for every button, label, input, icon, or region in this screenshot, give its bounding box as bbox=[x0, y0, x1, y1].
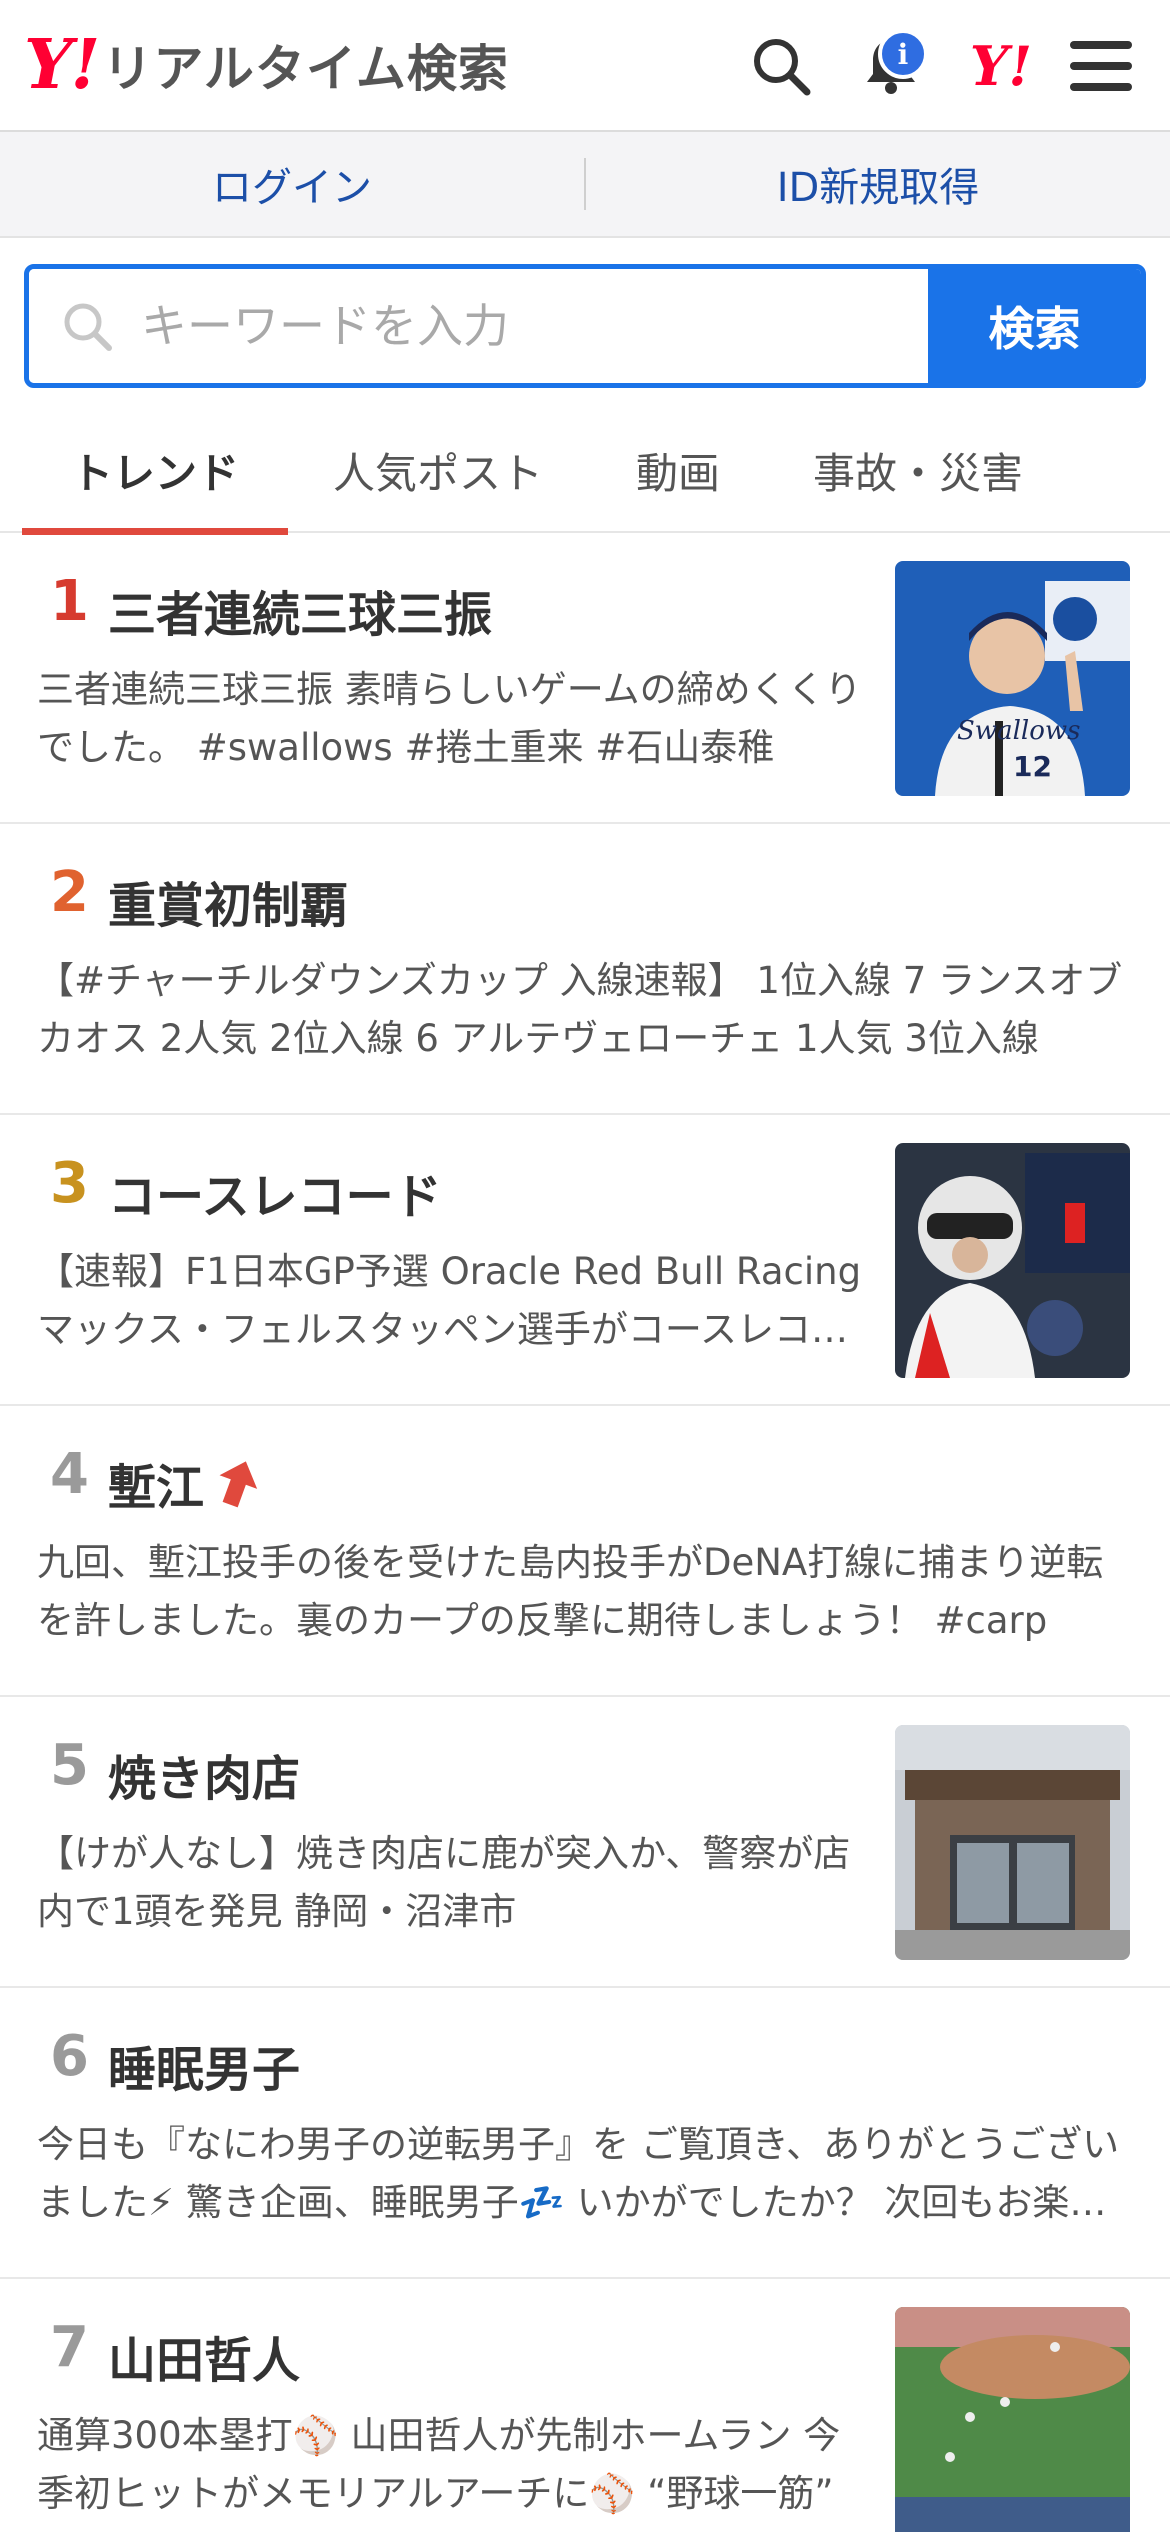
trend-rank: 2 bbox=[50, 860, 89, 925]
trend-title: 山田哲人 bbox=[108, 2333, 301, 2389]
signup-link[interactable]: ID新規取得 bbox=[586, 155, 1170, 213]
trend-item[interactable]: 6 睡眠男子 今日も『なにわ男子の逆転男子』を ご覧頂き、ありがとうございました… bbox=[0, 1988, 1170, 2279]
trend-rank: 5 bbox=[50, 1733, 89, 1798]
trend-thumbnail[interactable] bbox=[895, 1725, 1130, 1960]
trend-description: 九回、塹江投手の後を受けた島内投手がDeNA打線に捕まり逆転を許しました。裏のカ… bbox=[37, 1541, 1104, 1642]
search-icon[interactable] bbox=[736, 21, 826, 111]
logo-text: リアルタイム検索 bbox=[102, 40, 509, 98]
trend-rank: 1 bbox=[50, 569, 89, 634]
trend-rank: 4 bbox=[50, 1442, 89, 1507]
trend-description: 三者連続三球三振 素晴らしいゲームの締めくくりでした。 #swallows #捲… bbox=[37, 668, 862, 769]
trend-title: 三者連続三球三振 bbox=[108, 587, 493, 643]
svg-text:Swallows: Swallows bbox=[957, 716, 1080, 746]
logo-mark: Y! bbox=[24, 25, 100, 105]
trend-description: 今日も『なにわ男子の逆転男子』を ご覧頂き、ありがとうございました⚡ 驚き企画、… bbox=[37, 2123, 1120, 2224]
trend-title: 焼き肉店 bbox=[108, 1751, 301, 1807]
trend-rank: 7 bbox=[50, 2315, 89, 2380]
trend-item[interactable]: 7 山田哲人 通算300本塁打⚾ 山田哲人が先制ホームラン 今季初ヒットがメモリ… bbox=[0, 2279, 1170, 2532]
trend-title: 塹江 bbox=[108, 1448, 260, 1518]
tab-popular-posts[interactable]: 人気ポスト bbox=[288, 408, 588, 533]
trend-item[interactable]: 2 重賞初制覇 【#チャーチルダウンズカップ 入線速報】 1位入線 7 ランスオ… bbox=[0, 824, 1170, 1115]
bell-icon[interactable]: i bbox=[846, 21, 936, 111]
trend-description: 【速報】F1日本GP予選 Oracle Red Bull Racing マックス… bbox=[37, 1250, 862, 1351]
tab-trend[interactable]: トレンド bbox=[22, 408, 288, 535]
trend-rank: 6 bbox=[50, 2024, 89, 2089]
trend-description: 【けが人なし】焼き肉店に鹿が突入か、警察が店内で1頭を発見 静岡・沼津市 bbox=[37, 1832, 851, 1933]
trend-item[interactable]: 3 コースレコード 【速報】F1日本GP予選 Oracle Red Bull R… bbox=[0, 1115, 1170, 1406]
app-header: Y! リアルタイム検索 i Y! bbox=[0, 0, 1170, 132]
trend-thumbnail[interactable] bbox=[895, 1143, 1130, 1378]
search-input[interactable] bbox=[141, 299, 861, 353]
trend-description: 通算300本塁打⚾ 山田哲人が先制ホームラン 今季初ヒットがメモリアルアーチに⚾… bbox=[37, 2414, 841, 2515]
yahoo-ymark-icon[interactable]: Y! bbox=[956, 21, 1046, 111]
menu-icon[interactable] bbox=[1056, 21, 1146, 111]
trend-thumbnail[interactable] bbox=[895, 2307, 1130, 2532]
tab-bar: トレンド 人気ポスト 動画 事故・災害 bbox=[0, 408, 1170, 535]
ymark-text: Y! bbox=[969, 34, 1033, 98]
trend-item[interactable]: 5 焼き肉店 【けが人なし】焼き肉店に鹿が突入か、警察が店内で1頭を発見 静岡・… bbox=[0, 1697, 1170, 1988]
svg-text:12: 12 bbox=[1013, 750, 1052, 783]
tab-accident-disaster[interactable]: 事故・災害 bbox=[768, 408, 1068, 533]
login-link[interactable]: ログイン bbox=[0, 155, 584, 213]
header-actions: i Y! bbox=[736, 0, 1146, 132]
search-button[interactable]: 検索 bbox=[928, 269, 1141, 383]
trend-description: 【#チャーチルダウンズカップ 入線速報】 1位入線 7 ランスオブカオス 2人気… bbox=[37, 959, 1123, 1060]
tab-video[interactable]: 動画 bbox=[588, 408, 768, 533]
trend-title: 重賞初制覇 bbox=[108, 878, 349, 934]
trend-rank: 3 bbox=[50, 1151, 89, 1216]
trend-thumbnail[interactable]: 12 Swallows bbox=[895, 561, 1130, 796]
trend-item[interactable]: 1 三者連続三球三振 三者連続三球三振 素晴らしいゲームの締めくくりでした。 #… bbox=[0, 533, 1170, 824]
notification-badge: i bbox=[878, 29, 928, 79]
account-bar: ログイン ID新規取得 bbox=[0, 132, 1170, 238]
search-field-icon bbox=[64, 303, 112, 351]
search-box: 検索 bbox=[24, 264, 1146, 388]
trend-item[interactable]: 4 塹江 九回、塹江投手の後を受けた島内投手がDeNA打線に捕まり逆転を許しまし… bbox=[0, 1406, 1170, 1697]
trending-up-icon bbox=[216, 1458, 260, 1508]
trend-title: 睡眠男子 bbox=[108, 2042, 301, 2098]
trend-list: 1 三者連続三球三振 三者連続三球三振 素晴らしいゲームの締めくくりでした。 #… bbox=[0, 533, 1170, 2532]
yahoo-realtime-logo[interactable]: Y! リアルタイム検索 bbox=[24, 0, 509, 131]
trend-title: コースレコード bbox=[108, 1169, 442, 1225]
search-field bbox=[29, 269, 928, 383]
